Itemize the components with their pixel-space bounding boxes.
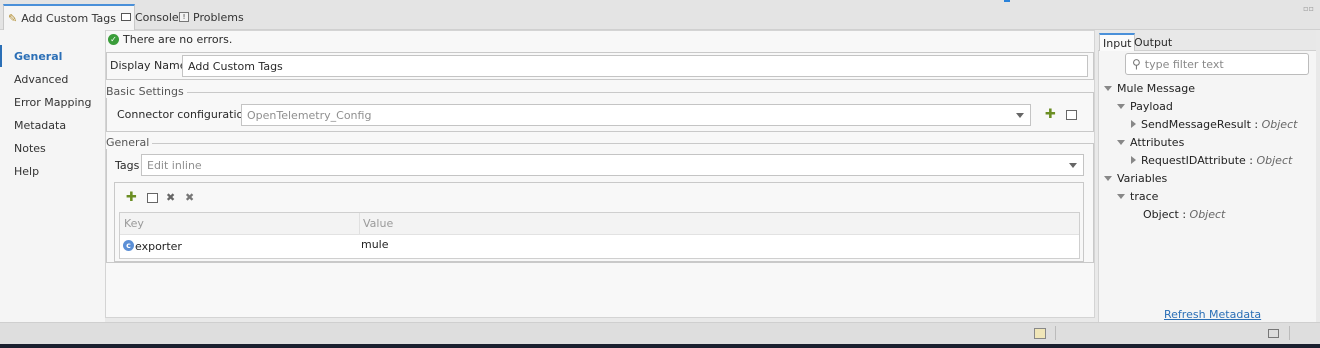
expand-icon — [1117, 103, 1125, 109]
nav-item-advanced[interactable]: Advanced — [0, 68, 105, 90]
tree-node-variables[interactable]: Variables — [1104, 170, 1167, 186]
add-row-icon[interactable]: ✚ — [126, 190, 137, 205]
search-icon: ⚲ — [1132, 57, 1141, 71]
expand-icon — [1117, 193, 1125, 199]
tab-output[interactable]: Output — [1131, 33, 1175, 51]
tab-problems[interactable]: ! Problems — [179, 6, 244, 28]
tree-label: trace — [1130, 189, 1159, 203]
general-title: General — [106, 136, 153, 149]
edit-icon[interactable] — [1066, 110, 1077, 120]
tags-label: Tags — [115, 159, 140, 172]
taskbar-edge — [0, 344, 1320, 348]
tree-label: SendMessageResult — [1141, 117, 1251, 131]
tree-node-trace-object[interactable]: Object : Object — [1143, 206, 1225, 222]
row-value[interactable]: mule — [361, 238, 389, 251]
display-name-input[interactable]: Add Custom Tags — [182, 55, 1088, 77]
collapse-icon — [1131, 156, 1136, 164]
view-menu-icon[interactable]: ▫▫ — [1303, 4, 1314, 13]
metadata-filter-input[interactable]: ⚲ type filter text — [1125, 53, 1309, 75]
row-key[interactable]: exporter — [135, 240, 182, 253]
column-header-value: Value — [363, 217, 394, 230]
status-bar — [0, 322, 1320, 344]
collapse-icon — [1131, 120, 1136, 128]
tags-mode-select[interactable]: Edit inline — [141, 154, 1084, 176]
nav-item-general[interactable]: General — [0, 45, 105, 67]
nav-item-error-mapping[interactable]: Error Mapping — [0, 91, 105, 113]
tab-label: Console — [135, 10, 179, 24]
tree-label: Mule Message — [1117, 81, 1195, 95]
tree-type: Object — [1189, 207, 1226, 221]
chevron-down-icon — [1069, 163, 1077, 168]
table-header: Key Value — [120, 213, 1079, 235]
table-row[interactable]: c exporter mule — [120, 236, 1079, 257]
edit-row-icon[interactable] — [147, 193, 158, 203]
tree-label: Object — [1143, 207, 1179, 221]
notifications-icon[interactable] — [1268, 329, 1279, 338]
tree-label: Payload — [1130, 99, 1173, 113]
delete-row-icon[interactable]: ✖ — [166, 191, 175, 204]
status-divider — [1289, 326, 1290, 340]
delete-all-icon[interactable]: ✖ — [185, 191, 194, 204]
nav-item-help[interactable]: Help — [0, 160, 105, 182]
refresh-metadata-link[interactable]: Refresh Metadata — [1164, 308, 1261, 321]
tab-add-custom-tags[interactable]: ✎ Add Custom Tags ✕ — [3, 4, 136, 30]
check-circle-icon: ✓ — [108, 33, 119, 45]
tab-console[interactable]: Console — [121, 6, 179, 28]
status-divider — [1055, 326, 1056, 340]
connector-configuration-select[interactable]: OpenTelemetry_Config — [241, 104, 1031, 126]
progress-indicator — [1004, 0, 1010, 2]
display-name-label: Display Name: — [110, 59, 191, 72]
tree-node-send-message-result[interactable]: SendMessageResult : Object — [1131, 116, 1297, 132]
add-icon[interactable]: ✚ — [1045, 107, 1056, 122]
nav-item-metadata[interactable]: Metadata — [0, 114, 105, 136]
tree-node-trace[interactable]: trace — [1117, 188, 1158, 204]
expand-icon — [1104, 85, 1112, 91]
status-message: There are no errors. — [123, 32, 233, 46]
tree-node-attributes[interactable]: Attributes — [1117, 134, 1184, 150]
tree-node-request-id-attribute[interactable]: RequestIDAttribute : Object — [1131, 152, 1292, 168]
tree-node-mule-message[interactable]: Mule Message — [1104, 80, 1195, 96]
expand-icon — [1117, 139, 1125, 145]
connector-configuration-value: OpenTelemetry_Config — [247, 108, 372, 122]
tags-table: Key Value c exporter mule — [119, 212, 1080, 259]
connector-configuration-label: Connector configuration: — [117, 108, 254, 121]
tab-label: Problems — [193, 10, 244, 24]
console-icon — [121, 13, 131, 21]
nav-item-notes[interactable]: Notes — [0, 137, 105, 159]
tree-type: Object — [1261, 117, 1298, 131]
tree-label: RequestIDAttribute — [1141, 153, 1246, 167]
display-name-value: Add Custom Tags — [188, 59, 283, 73]
tab-label: Add Custom Tags — [21, 11, 117, 25]
basic-settings-title: Basic Settings — [106, 85, 187, 98]
expand-icon — [1104, 175, 1112, 181]
chevron-down-icon — [1016, 113, 1024, 118]
column-divider — [359, 213, 360, 234]
column-header-key: Key — [124, 217, 144, 230]
constant-icon: c — [123, 240, 134, 251]
workspace-icon[interactable] — [1034, 328, 1046, 339]
tags-mode-value: Edit inline — [147, 158, 202, 172]
tab-input[interactable]: Input — [1099, 33, 1136, 51]
tree-type: Object — [1256, 153, 1293, 167]
tree-node-payload[interactable]: Payload — [1117, 98, 1173, 114]
problems-icon: ! — [179, 12, 189, 22]
tree-label: Variables — [1117, 171, 1168, 185]
filter-placeholder: type filter text — [1144, 57, 1224, 71]
edit-pencil-icon: ✎ — [8, 11, 18, 25]
validation-status: ✓ There are no errors. — [108, 32, 232, 46]
tree-label: Attributes — [1130, 135, 1185, 149]
